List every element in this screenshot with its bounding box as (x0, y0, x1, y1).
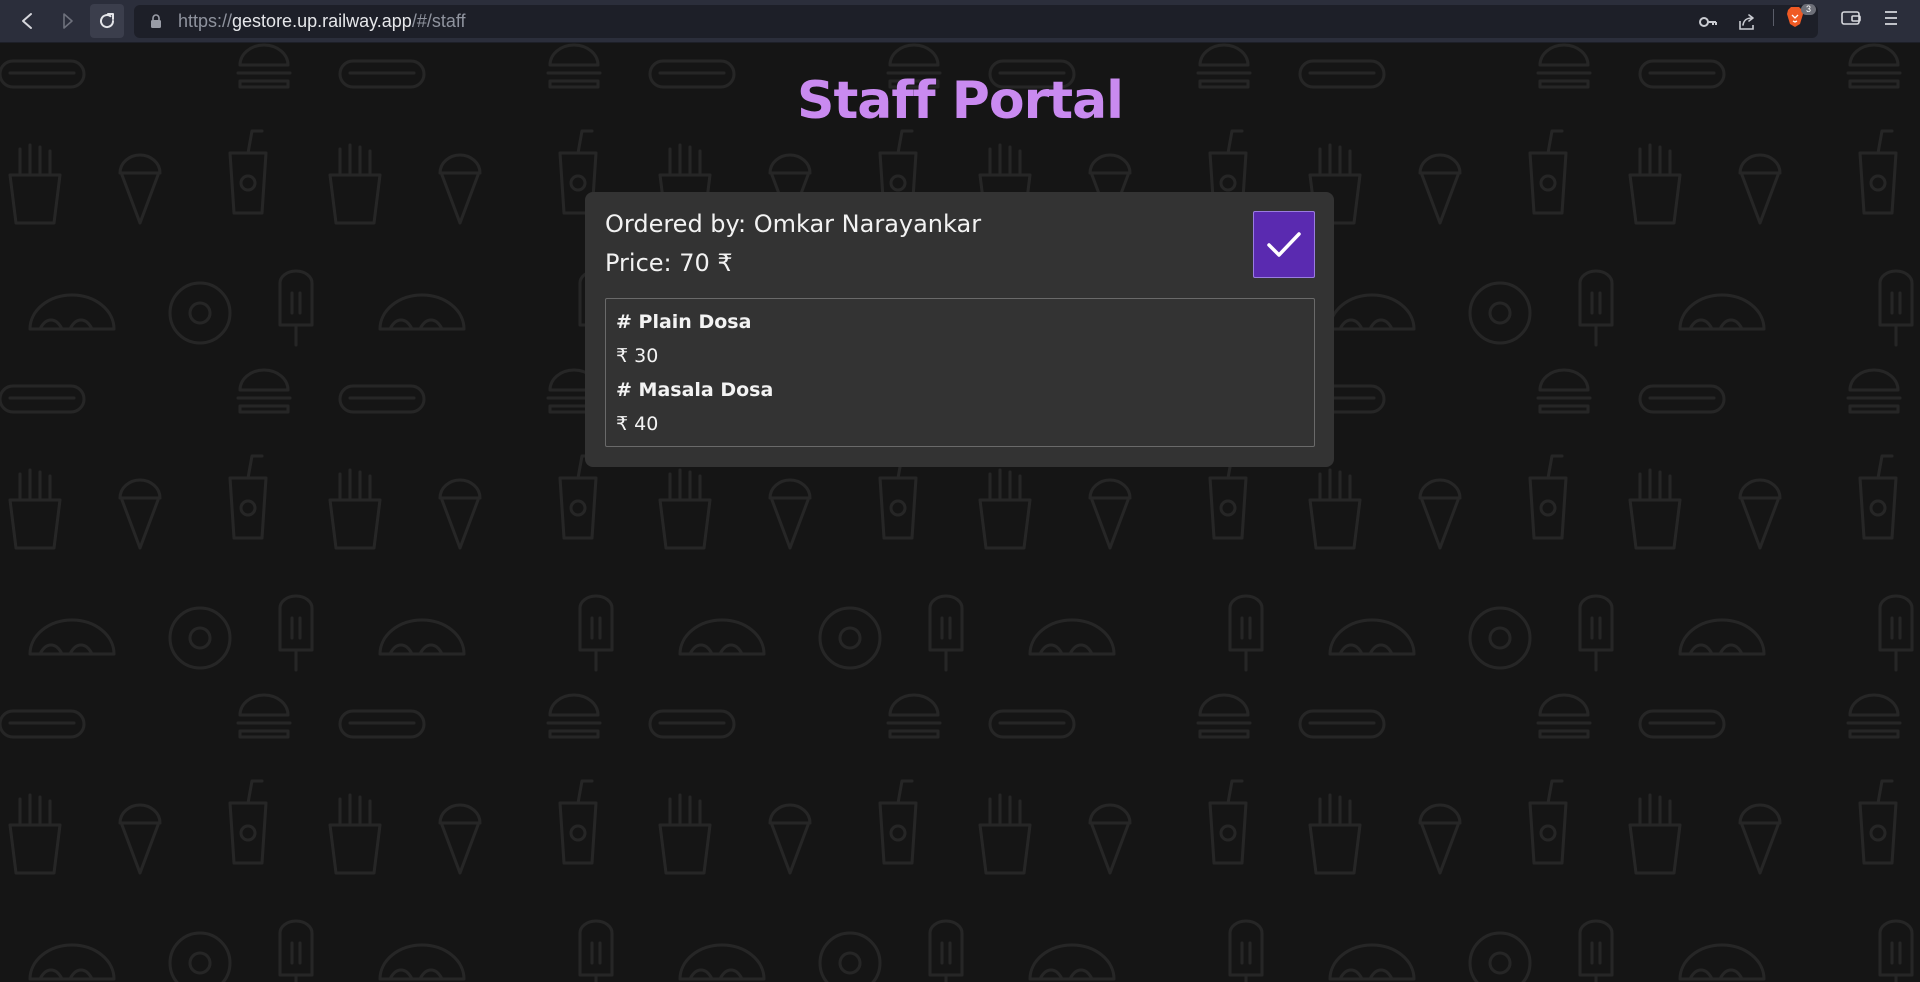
complete-order-button[interactable] (1253, 211, 1315, 278)
back-button[interactable] (11, 4, 45, 38)
checkmark-icon (1267, 231, 1301, 257)
order-items-list: # Plain Dosa ₹ 30 # Masala Dosa ₹ 40 (605, 298, 1315, 447)
food-pattern-background (0, 43, 1920, 982)
back-arrow-icon (22, 13, 32, 29)
order-item-name: # Masala Dosa (616, 379, 774, 401)
key-icon[interactable] (1698, 13, 1718, 31)
toolbar-separator (1773, 9, 1774, 26)
reload-button[interactable] (90, 4, 124, 38)
forward-arrow-icon (63, 13, 73, 29)
order-item-price: ₹ 30 (616, 345, 659, 367)
order-card: Ordered by: Omkar Narayankar Price: 70 ₹… (585, 192, 1334, 467)
reload-icon (100, 13, 115, 29)
brave-shields-button[interactable]: 3 (1785, 4, 1817, 28)
url-host: gestore.up.railway.app (232, 11, 412, 31)
url-path: /#/staff (411, 11, 466, 31)
lock-icon (151, 14, 161, 28)
page-title: Staff Portal (797, 71, 1124, 131)
ordered-by-text: Ordered by: Omkar Narayankar (605, 210, 982, 238)
order-item-name: # Plain Dosa (616, 311, 752, 333)
url-text[interactable]: https://gestore.up.railway.app/#/staff (178, 5, 466, 38)
forward-button[interactable] (50, 4, 84, 38)
browser-toolbar: https://gestore.up.railway.app/#/staff 3 (0, 0, 1920, 43)
share-icon[interactable] (1737, 13, 1757, 31)
menu-icon[interactable] (1882, 9, 1900, 27)
order-price-text: Price: 70 ₹ (605, 249, 733, 277)
url-scheme: https:// (178, 11, 233, 31)
page-body: Staff Portal Ordered by: Omkar Narayanka… (0, 43, 1920, 982)
order-item-price: ₹ 40 (616, 413, 659, 435)
wallet-icon[interactable] (1840, 9, 1862, 27)
shield-count-badge: 3 (1801, 4, 1816, 15)
address-bar[interactable]: https://gestore.up.railway.app/#/staff (134, 5, 1818, 38)
